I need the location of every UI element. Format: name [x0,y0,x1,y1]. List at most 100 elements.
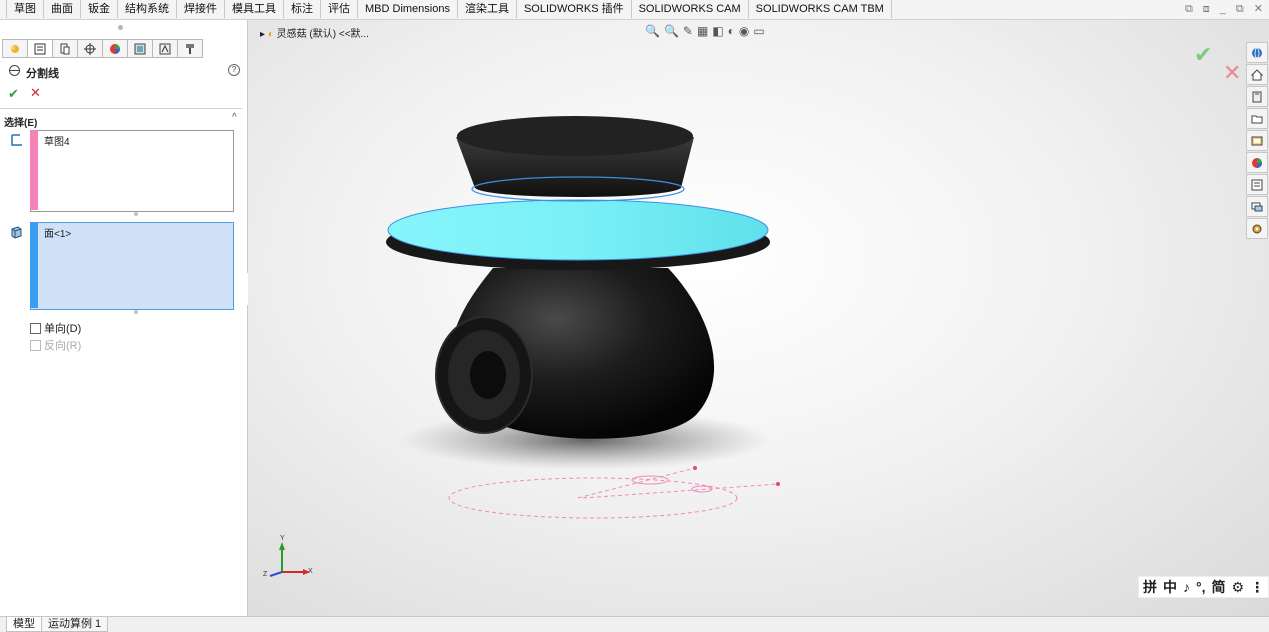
property-manager-tab[interactable] [27,39,53,58]
tile-window-icon[interactable]: ⧉ [1185,0,1193,19]
divider [0,108,242,109]
ime-chinese-mode[interactable]: 中 [1163,577,1177,597]
selection-section-title: 选择(E) [4,118,38,129]
tab-solidworks-cam-tbm[interactable]: SOLIDWORKS CAM TBM [749,0,892,18]
folder-icon [1251,115,1263,123]
solidworks-resources-tab[interactable] [1246,42,1268,63]
cam-operation-icon [159,43,171,54]
custom-properties-tab[interactable] [1246,174,1268,195]
reverse-direction-option: 反向(R) [30,337,81,353]
tab-structure-system[interactable]: 结构系统 [118,0,177,18]
bottom-tab-bar: 模型 运动算例 1 [0,616,1269,632]
face-selection-color-bar [30,222,38,308]
help-button[interactable]: ? [228,64,240,76]
cam-tool-tab[interactable] [177,39,203,58]
triad-z-label: Z [263,571,268,578]
resize-grip[interactable] [134,212,138,216]
tab-surfaces[interactable]: 曲面 [44,0,81,18]
library-icon [1252,91,1262,102]
tab-solidworks-addins[interactable]: SOLIDWORKS 插件 [517,0,632,18]
tab-mold-tools[interactable]: 模具工具 [225,0,284,18]
tab-sheet-metal[interactable]: 钣金 [81,0,118,18]
model-nozzle-hole [470,351,506,399]
ime-pinyin-icon[interactable]: 拼 [1143,577,1157,597]
configuration-icon [60,43,70,54]
page-title: 分割线 [26,68,59,80]
ime-more-icon[interactable]: ⋮ [1250,579,1264,596]
feature-manager-tabs [2,39,203,58]
forum-tab[interactable] [1246,196,1268,217]
crosshair-icon [84,42,96,55]
design-library-tab[interactable] [1246,86,1268,107]
tab-markup[interactable]: 标注 [284,0,321,18]
ime-simplified-mode[interactable]: 简 [1212,577,1226,597]
model-canvas[interactable]: Y X Z [248,20,1269,616]
face-selection-item[interactable]: 面<1> [44,225,71,240]
view-palette-tab[interactable] [1246,130,1268,151]
tab-sketch[interactable]: 草图 [6,0,44,18]
home-tab[interactable] [1246,64,1268,85]
coordinate-triad: Y X Z [263,535,313,578]
sketch-point [776,482,780,486]
task-pane-icons [1246,42,1268,240]
chat-icon [1251,202,1263,211]
dimxpert-tab[interactable] [77,39,103,58]
cam-tab[interactable] [1246,218,1268,239]
sketch-point [693,466,697,470]
cam-feature-tab[interactable] [127,39,153,58]
command-tabs: 草图 曲面 钣金 结构系统 焊接件 模具工具 标注 评估 MBD Dimensi… [6,0,892,19]
single-direction-checkbox[interactable] [30,322,41,334]
property-manager-icon [34,43,46,54]
properties-icon [1251,179,1263,190]
appearances-icon [1252,157,1262,168]
file-explorer-tab[interactable] [1246,108,1268,129]
tab-evaluate[interactable]: 评估 [321,0,358,18]
minimize-button[interactable]: _ [1220,0,1226,19]
reverse-direction-checkbox [30,339,41,351]
model-cap-top[interactable] [457,116,693,156]
ime-settings-icon[interactable]: ⚙ [1232,579,1245,596]
cam-gear-icon [1252,224,1262,233]
graphics-viewport[interactable]: ▸ ◐ 灵感菇 (默认) <<默... 🔍 🔍 ✎ ▦ ◧ ◐ ◉ ▭ ✔ ✕ [248,20,1269,616]
tab-mbd-dimensions[interactable]: MBD Dimensions [358,0,458,18]
view-palette-icon [1251,136,1263,145]
single-direction-option[interactable]: 单向(D) [30,320,81,336]
reverse-direction-label: 反向(R) [44,340,82,352]
tab-solidworks-cam[interactable]: SOLIDWORKS CAM [632,0,749,18]
resize-grip[interactable] [134,310,138,314]
triad-y-label: Y [280,535,285,542]
cam-operation-tab[interactable] [152,39,178,58]
color-wheel-icon [110,43,120,54]
display-manager-tab[interactable] [102,39,128,58]
globe-icon [1252,47,1262,58]
panel-grip[interactable] [118,25,123,30]
feature-tree-tab[interactable] [2,39,28,58]
cam-icon [134,43,146,54]
configuration-manager-tab[interactable] [52,39,78,58]
sketch-selection-icon [11,134,22,146]
tab-weldments[interactable]: 焊接件 [177,0,225,18]
command-manager-bar: 草图 曲面 钣金 结构系统 焊接件 模具工具 标注 评估 MBD Dimensi… [0,0,1269,20]
feature-tree-icon [11,44,19,53]
ok-button[interactable]: ✔ [8,86,19,102]
close-button[interactable]: ✕ [1254,0,1263,19]
sketch-selection-color-bar [30,130,38,210]
collapse-icon[interactable]: ^ [232,112,237,123]
appearances-tab[interactable] [1246,152,1268,173]
tab-render-tools[interactable]: 渲染工具 [458,0,517,18]
cancel-button[interactable]: ✕ [30,85,41,101]
home-icon [1251,68,1263,80]
tab-motion-study-1[interactable]: 运动算例 1 [41,617,109,632]
sketch-4-geometry[interactable] [448,467,779,519]
split-line-icon [9,65,20,76]
property-manager-panel: 分割线 ? ✔ ✕ 选择(E) ^ 草图4 面<1> 单向(D) 反向(R) [0,20,248,616]
sketch-selection-item[interactable]: 草图4 [44,133,70,148]
tab-model[interactable]: 模型 [6,617,42,632]
split-window-icon[interactable]: ⧈ [1203,0,1210,19]
restore-button[interactable]: ⧉ [1236,0,1244,19]
face-selection-icon [11,226,22,239]
ime-punctuation-icon[interactable]: °, [1196,579,1206,595]
bottom-tabs: 模型 运动算例 1 [6,617,109,632]
single-direction-label: 单向(D) [44,323,82,335]
ime-moon-icon[interactable]: ♪ [1183,579,1190,595]
